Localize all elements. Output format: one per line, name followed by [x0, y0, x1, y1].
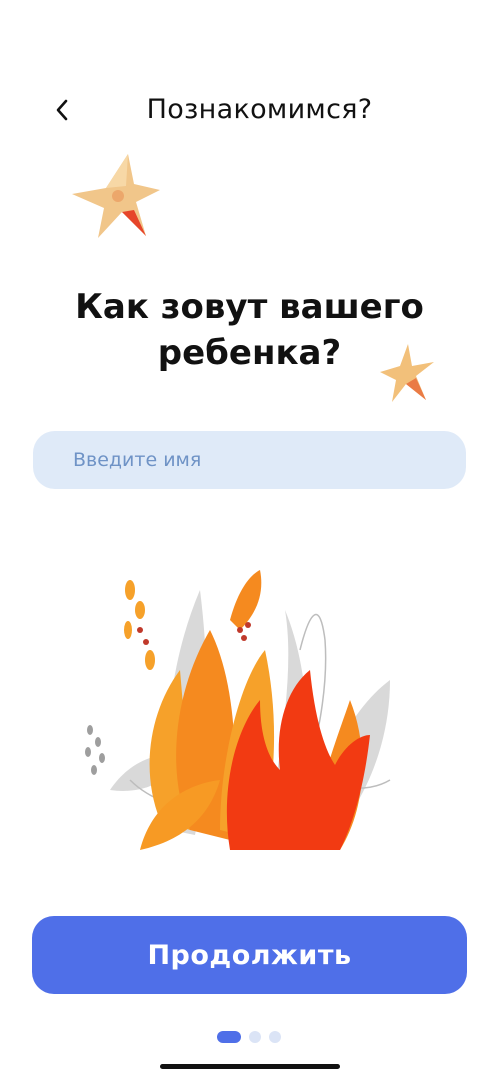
home-indicator [160, 1064, 340, 1069]
page-dot [269, 1031, 281, 1043]
gray-dots-group [85, 725, 105, 775]
page-dot [249, 1031, 261, 1043]
continue-button[interactable]: Продолжить [32, 916, 467, 994]
page-dot-active [217, 1031, 241, 1043]
page-title: Познакомимся? [146, 94, 373, 125]
small-leaves-group [124, 580, 155, 670]
pagination-dots [217, 1031, 281, 1043]
star-decoration-icon [380, 344, 434, 402]
flame-illustration [85, 570, 391, 850]
star-decoration-icon [72, 154, 160, 238]
child-name-input[interactable] [33, 431, 466, 489]
